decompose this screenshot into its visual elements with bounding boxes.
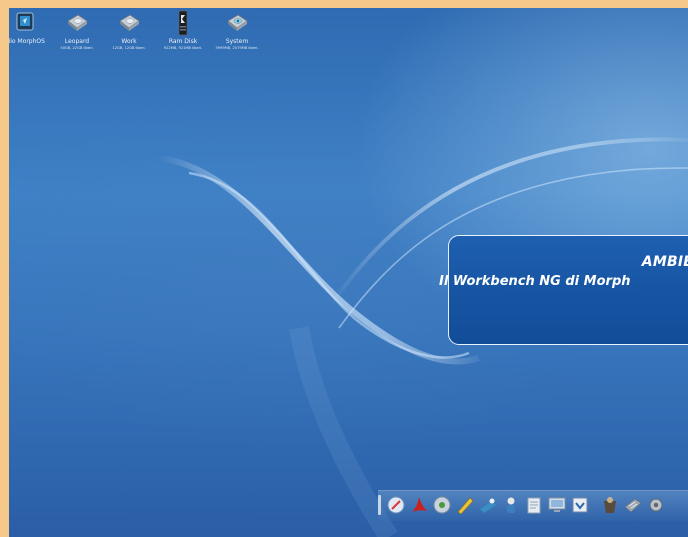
banner-subtitle: Il Workbench NG di Morph xyxy=(439,274,631,289)
desktop-icon-mio-morphos[interactable]: Mio MorphOS xyxy=(9,10,53,46)
games-icon[interactable] xyxy=(600,495,620,515)
ambient-banner: AMBIE Il Workbench NG di Morph xyxy=(439,235,688,345)
computer-icon xyxy=(16,12,34,31)
icon-label: System xyxy=(225,38,249,45)
download-icon[interactable] xyxy=(570,495,590,515)
desktop-icon-work[interactable]: Work 12GB, 12GB liberi. xyxy=(101,10,157,51)
banner-title: AMBIE xyxy=(641,254,688,270)
dock-handle[interactable] xyxy=(378,495,381,515)
memory-icon xyxy=(178,10,188,36)
media-player-icon[interactable] xyxy=(432,495,452,515)
browser-icon[interactable] xyxy=(386,495,406,515)
icon-label: Leopard xyxy=(64,38,90,45)
hard-disk-icon xyxy=(227,14,248,31)
icon-label: Mio MorphOS xyxy=(9,38,45,45)
icon-sublabel: 12GB, 12GB liberi. xyxy=(112,46,146,50)
icon-sublabel: 922MB, 921MB liberi. xyxy=(163,46,203,50)
settings-icon[interactable] xyxy=(646,495,666,515)
hard-disk-icon xyxy=(119,14,140,31)
pdf-reader-icon[interactable] xyxy=(409,495,429,515)
desktop-icon-leopard[interactable]: Leopard 50GB, 22GB liberi. xyxy=(49,10,105,51)
character-icon[interactable] xyxy=(501,495,521,515)
paint-icon[interactable] xyxy=(478,495,498,515)
desktop[interactable]: Mio MorphOS Leopard 50GB, 22GB liberi. W… xyxy=(9,8,688,537)
keyboard-icon[interactable] xyxy=(623,495,643,515)
text-editor-icon[interactable] xyxy=(524,495,544,515)
hard-disk-icon xyxy=(67,14,88,31)
icon-sublabel: 50GB, 22GB liberi. xyxy=(60,46,94,50)
icon-label: Work xyxy=(121,38,137,45)
pencil-icon[interactable] xyxy=(455,495,475,515)
monitor-icon[interactable] xyxy=(547,495,567,515)
icon-label: Ram Disk xyxy=(168,38,198,45)
icon-sublabel: 5999MB, 2579MB liberi. xyxy=(215,46,259,50)
desktop-icon-ram-disk[interactable]: Ram Disk 922MB, 921MB liberi. xyxy=(155,10,211,51)
desktop-icon-system[interactable]: System 5999MB, 2579MB liberi. xyxy=(209,10,265,51)
dock xyxy=(378,490,688,521)
